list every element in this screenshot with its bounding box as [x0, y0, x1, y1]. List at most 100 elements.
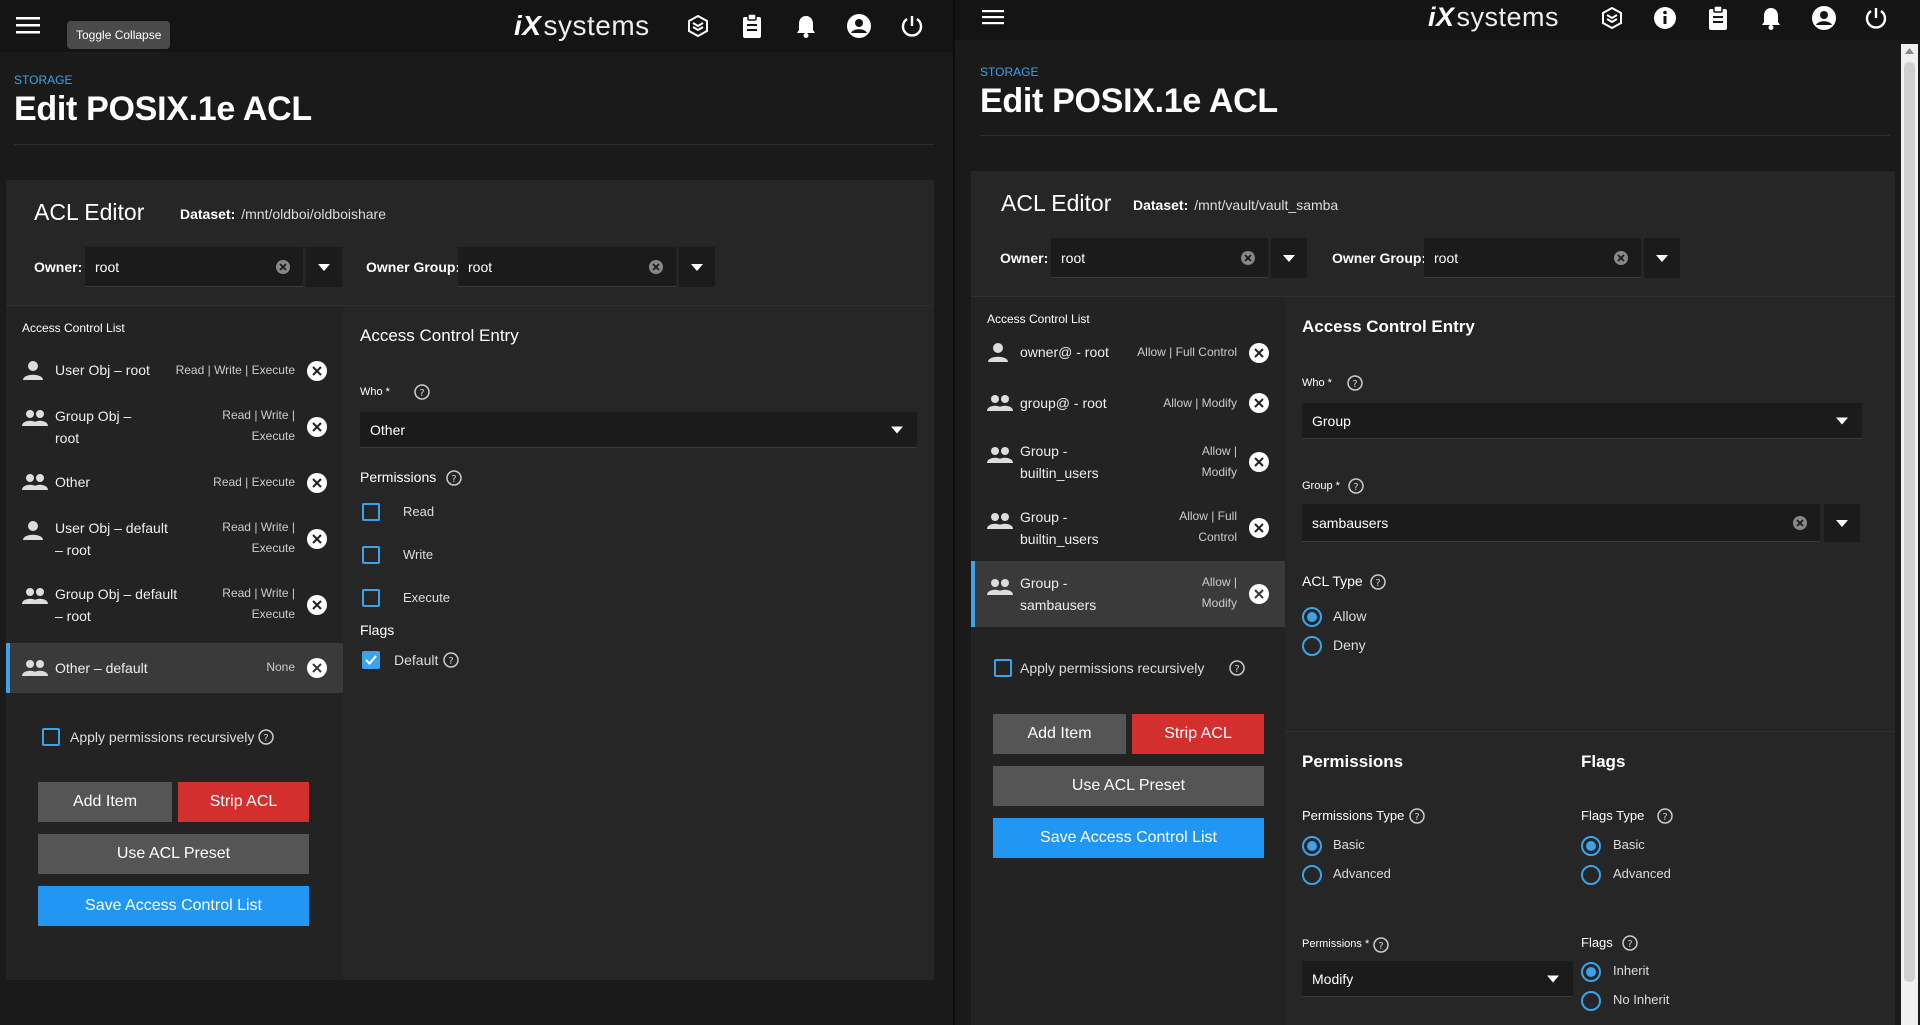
acl-deny-radio[interactable]	[1302, 636, 1322, 656]
help-icon[interactable]: ?	[1229, 660, 1245, 676]
default-checkbox[interactable]	[362, 651, 380, 669]
remove-icon[interactable]	[306, 528, 328, 550]
truecommand-icon[interactable]	[1598, 4, 1626, 32]
acl-entry-permissions: Read | Execute	[213, 475, 295, 489]
help-icon[interactable]: ?	[446, 470, 462, 486]
clear-icon[interactable]	[648, 259, 664, 275]
permissions-select[interactable]: Modify	[1302, 961, 1573, 997]
scroll-up-icon[interactable]	[1905, 48, 1914, 54]
account-icon[interactable]	[1810, 4, 1838, 32]
acl-entry-who: Other – default	[55, 660, 148, 676]
owner-group-input[interactable]: root	[1424, 238, 1641, 278]
person-icon	[22, 520, 44, 540]
remove-icon[interactable]	[306, 472, 328, 494]
help-icon[interactable]: ?	[443, 652, 459, 668]
owner-input[interactable]: root	[1051, 238, 1268, 278]
apply-recursive-label: Apply permissions recursively	[70, 729, 255, 745]
menu-icon[interactable]	[982, 8, 1004, 26]
clear-icon[interactable]	[275, 259, 291, 275]
acl-entry-who: Group - sambausers	[1020, 575, 1097, 613]
power-icon[interactable]	[898, 12, 926, 40]
bell-icon[interactable]	[792, 12, 820, 40]
acl-entry[interactable]: Group - builtin_users Allow | Modify	[971, 429, 1285, 495]
owner-group-input[interactable]: root	[458, 247, 676, 287]
acl-entry-selected[interactable]: Group - sambausers Allow | Modify	[971, 561, 1285, 627]
acl-entry-selected[interactable]: Other – default None	[6, 643, 343, 693]
help-icon[interactable]: ?	[1348, 478, 1364, 494]
clear-icon[interactable]	[1792, 515, 1808, 531]
truecommand-icon[interactable]	[684, 12, 712, 40]
who-select[interactable]: Other	[360, 412, 917, 448]
scrollbar-thumb[interactable]	[1904, 62, 1915, 982]
acl-entry[interactable]: Group - builtin_users Allow | Full Contr…	[971, 495, 1285, 561]
breadcrumb[interactable]: STORAGE	[14, 73, 72, 87]
power-icon[interactable]	[1862, 4, 1890, 32]
acl-entry[interactable]: Group Obj – root Read | Write | Execute	[6, 394, 343, 460]
flags-advanced-radio[interactable]	[1581, 865, 1601, 885]
remove-icon[interactable]	[1248, 392, 1270, 414]
flag-no-inherit-radio[interactable]	[1581, 991, 1601, 1011]
use-acl-preset-button[interactable]: Use ACL Preset	[993, 766, 1264, 806]
owner-input[interactable]: root	[85, 247, 303, 287]
owner-group-dropdown-button[interactable]	[1644, 238, 1680, 278]
remove-icon[interactable]	[1248, 342, 1270, 364]
acl-entry[interactable]: owner@ - root Allow | Full Control	[971, 327, 1285, 377]
group-icon	[987, 577, 1013, 597]
help-icon[interactable]: ?	[414, 384, 430, 400]
perm-basic-radio[interactable]	[1302, 836, 1322, 856]
save-acl-button[interactable]: Save Access Control List	[993, 818, 1264, 858]
use-acl-preset-button[interactable]: Use ACL Preset	[38, 834, 309, 874]
scrollbar[interactable]	[1901, 44, 1918, 1025]
add-item-button[interactable]: Add Item	[38, 782, 172, 822]
who-select[interactable]: Group	[1302, 403, 1862, 439]
add-item-button[interactable]: Add Item	[993, 714, 1126, 754]
remove-icon[interactable]	[306, 360, 328, 382]
clipboard-icon[interactable]	[1704, 4, 1732, 32]
remove-icon[interactable]	[1248, 517, 1270, 539]
menu-icon[interactable]	[16, 15, 40, 35]
help-icon[interactable]: ?	[1370, 574, 1386, 590]
save-acl-button[interactable]: Save Access Control List	[38, 886, 309, 926]
strip-acl-button[interactable]: Strip ACL	[178, 782, 309, 822]
bell-icon[interactable]	[1757, 4, 1785, 32]
acl-entry[interactable]: User Obj – root Read | Write | Execute	[6, 346, 343, 394]
owner-dropdown-button[interactable]	[1271, 238, 1307, 278]
clear-icon[interactable]	[1240, 250, 1256, 266]
strip-acl-button[interactable]: Strip ACL	[1132, 714, 1264, 754]
group-input[interactable]: sambausers	[1302, 504, 1820, 542]
owner-dropdown-button[interactable]	[306, 247, 342, 287]
acl-entry[interactable]: group@ - root Allow | Modify	[971, 377, 1285, 429]
help-icon[interactable]: ?	[1657, 808, 1673, 824]
breadcrumb[interactable]: STORAGE	[980, 65, 1038, 79]
apply-recursive-checkbox[interactable]	[42, 728, 60, 746]
acl-allow-radio[interactable]	[1302, 607, 1322, 627]
remove-icon[interactable]	[1248, 583, 1270, 605]
help-icon[interactable]: ?	[1409, 808, 1425, 824]
clipboard-icon[interactable]	[738, 12, 766, 40]
help-icon[interactable]: ?	[1347, 375, 1363, 391]
group-dropdown-button[interactable]	[1824, 504, 1860, 542]
owner-group-dropdown-button[interactable]	[679, 247, 715, 287]
remove-icon[interactable]	[306, 657, 328, 679]
info-icon[interactable]	[1651, 4, 1679, 32]
help-icon[interactable]: ?	[1373, 937, 1389, 953]
perm-advanced-radio[interactable]	[1302, 865, 1322, 885]
remove-icon[interactable]	[306, 416, 328, 438]
acl-entry-permissions: Read | Write | Execute	[222, 408, 295, 443]
account-icon[interactable]	[845, 12, 873, 40]
acl-entry[interactable]: Other Read | Execute	[6, 460, 343, 506]
acl-entry[interactable]: Group Obj – default – root Read | Write …	[6, 572, 343, 638]
who-select-value: Group	[1312, 412, 1351, 429]
acl-entry[interactable]: User Obj – default – root Read | Write |…	[6, 506, 343, 572]
help-icon[interactable]: ?	[258, 729, 274, 745]
help-icon[interactable]: ?	[1622, 935, 1638, 951]
apply-recursive-checkbox[interactable]	[994, 659, 1012, 677]
write-checkbox[interactable]	[362, 546, 380, 564]
clear-icon[interactable]	[1613, 250, 1629, 266]
flags-basic-radio[interactable]	[1581, 836, 1601, 856]
remove-icon[interactable]	[306, 594, 328, 616]
read-checkbox[interactable]	[362, 503, 380, 521]
flag-inherit-radio[interactable]	[1581, 962, 1601, 982]
execute-checkbox[interactable]	[362, 589, 380, 607]
remove-icon[interactable]	[1248, 451, 1270, 473]
